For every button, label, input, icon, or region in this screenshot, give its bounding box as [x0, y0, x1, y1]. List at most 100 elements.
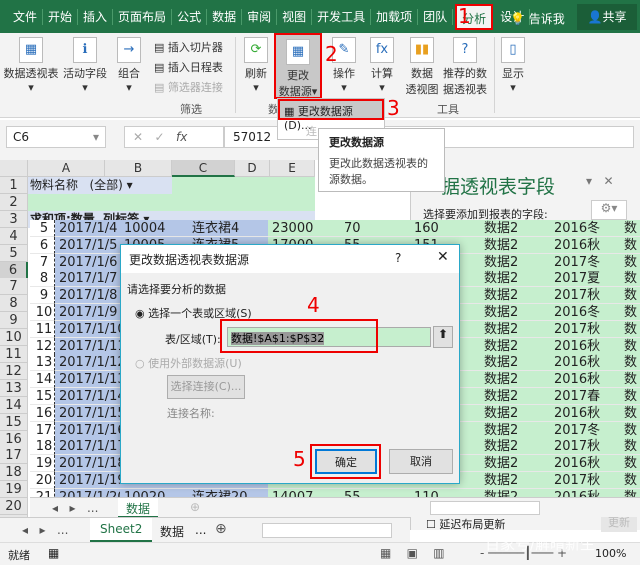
inner-cell[interactable]: 数	[620, 354, 640, 372]
inner-cell[interactable]: 2017/1/11	[55, 337, 120, 355]
inner-cell[interactable]: 2017/1/13	[55, 371, 120, 389]
inner-cell[interactable]: 2016秋	[550, 404, 620, 422]
row-header[interactable]: 12	[0, 362, 28, 380]
row-header[interactable]: 2	[0, 193, 28, 211]
inner-cell[interactable]: 2017秋	[550, 472, 620, 489]
gear-icon[interactable]: ⚙▾	[591, 200, 627, 220]
inner-cell[interactable]: 2017/1/16	[55, 421, 120, 439]
inner-cell[interactable]: 数	[620, 438, 640, 456]
inner-cell[interactable]: 2017/1/4	[55, 220, 120, 237]
ribbon-tab[interactable]: 视图	[277, 8, 313, 25]
inner-cell[interactable]: 连衣裙4	[188, 220, 268, 237]
inner-cell[interactable]: 23000	[268, 220, 340, 237]
inner-row-number[interactable]: 18	[30, 438, 55, 456]
inner-cell[interactable]: 数	[620, 455, 640, 473]
inner-cell[interactable]: 2017/1/7	[55, 270, 120, 288]
inner-cell[interactable]: 2016秋	[550, 354, 620, 372]
defer-update-checkbox[interactable]: ☐ 延迟布局更新	[426, 516, 505, 532]
inner-cell[interactable]: 数据2	[480, 236, 550, 254]
active-field-button[interactable]: ℹ 活动字段 ▾	[60, 33, 110, 94]
ribbon-tab[interactable]: 审阅	[242, 8, 278, 25]
inner-cell[interactable]: 数据2	[480, 220, 550, 237]
add-sheet-icon[interactable]: ⊕	[215, 521, 227, 537]
col-header-b[interactable]: B	[105, 160, 172, 177]
inner-cell[interactable]: 2016秋	[550, 236, 620, 254]
inner-row-number[interactable]: 19	[30, 455, 55, 473]
ribbon-tab[interactable]: 插入	[78, 8, 114, 25]
inner-cell[interactable]: 2016冬	[550, 304, 620, 321]
show-button[interactable]: ▯ 显示 ▾	[498, 33, 528, 94]
row-header[interactable]: 18	[0, 464, 28, 482]
inner-cell[interactable]: 数据2	[480, 388, 550, 405]
inner-cell[interactable]: 数据2	[480, 320, 550, 338]
row-header[interactable]: 15	[0, 413, 28, 431]
inner-row-number[interactable]: 10	[30, 304, 55, 321]
row-header[interactable]: 17	[0, 447, 28, 465]
change-data-source-button[interactable]: ▦ 更改 数据源▾	[274, 33, 322, 99]
collapse-dialog-icon[interactable]: ⬆	[433, 326, 453, 348]
inner-cell[interactable]: 数	[620, 320, 640, 338]
inner-row-number[interactable]: 20	[30, 472, 55, 489]
row-header[interactable]: 16	[0, 430, 28, 448]
inner-cell[interactable]: 2017冬	[550, 421, 620, 439]
row-header[interactable]: 20	[0, 498, 28, 516]
pivot-chart-button[interactable]: ▮▮ 数据 透视图	[404, 33, 440, 97]
ribbon-tab[interactable]: 团队	[418, 8, 454, 25]
inner-cell[interactable]: 2017/1/17	[55, 438, 120, 456]
inner-cell[interactable]: 数据2	[480, 404, 550, 422]
view-normal-icon[interactable]: ▦ ▣ ▥	[380, 546, 445, 560]
row-header[interactable]: 14	[0, 396, 28, 414]
inner-cell[interactable]: 2016冬	[550, 220, 620, 237]
pane-options-icon[interactable]: ▾ ✕	[586, 174, 614, 188]
insert-slicer-button[interactable]: ▤ 插入切片器	[154, 39, 223, 55]
inner-row-number[interactable]: 9	[30, 287, 55, 305]
inner-row-number[interactable]: 17	[30, 421, 55, 439]
tell-me[interactable]: 💡 告诉我	[510, 10, 565, 27]
add-sheet-icon[interactable]: ⊕	[190, 500, 200, 514]
inner-tab-data[interactable]: 数据	[118, 498, 159, 518]
close-button[interactable]: ✕	[437, 249, 449, 265]
row-header[interactable]: 10	[0, 329, 28, 347]
inner-cell[interactable]: 2017秋	[550, 438, 620, 456]
inner-cell[interactable]: 2017/1/18	[55, 455, 120, 473]
inner-row-number[interactable]: 5	[30, 220, 55, 237]
tab-data[interactable]: 数据	[160, 523, 184, 540]
filter-connections-button[interactable]: ▤ 筛选器连接	[154, 79, 223, 95]
ribbon-tab[interactable]: 公式	[172, 8, 208, 25]
inner-row-number[interactable]: 11	[30, 320, 55, 338]
row-header[interactable]: 6	[0, 261, 28, 279]
inner-cell[interactable]: 数据2	[480, 438, 550, 456]
inner-cell[interactable]: 数	[620, 236, 640, 254]
inner-cell[interactable]: 2017秋	[550, 287, 620, 305]
insert-timeline-button[interactable]: ▤ 插入日程表	[154, 59, 223, 75]
inner-cell[interactable]: 数	[620, 421, 640, 439]
inner-cell[interactable]: 2016秋	[550, 455, 620, 473]
inner-cell[interactable]: 2017/1/12	[55, 354, 120, 372]
inner-cell[interactable]: 2017秋	[550, 320, 620, 338]
inner-cell[interactable]: 2017/1/8	[55, 287, 120, 305]
inner-hscrollbar[interactable]	[430, 501, 540, 515]
inner-row-number[interactable]: 16	[30, 404, 55, 422]
recommended-pivot-button[interactable]: ? 推荐的数 据透视表	[440, 33, 490, 97]
col-header-d[interactable]: D	[235, 160, 270, 177]
inner-cell[interactable]: 70	[340, 220, 410, 237]
inner-row-number[interactable]: 14	[30, 371, 55, 389]
share-button[interactable]: 👤共享	[577, 4, 637, 30]
row-header[interactable]: 19	[0, 481, 28, 499]
tab-sheet2[interactable]: Sheet2	[90, 518, 153, 542]
ribbon-tab[interactable]: 加载项	[371, 8, 419, 25]
inner-cell[interactable]: 数据2	[480, 371, 550, 389]
group-button[interactable]: → 组合 ▾	[112, 33, 146, 94]
row-header[interactable]: 11	[0, 346, 28, 363]
ribbon-tab[interactable]: 开发工具	[312, 8, 372, 25]
row-header[interactable]: 13	[0, 379, 28, 397]
inner-row-number[interactable]: 15	[30, 388, 55, 405]
inner-cell[interactable]: 10004	[120, 220, 188, 237]
inner-cell[interactable]: 数	[620, 472, 640, 489]
inner-cell[interactable]: 数	[620, 337, 640, 355]
inner-cell[interactable]: 数据2	[480, 253, 550, 271]
inner-cell[interactable]: 2017/1/19	[55, 472, 120, 489]
inner-cell[interactable]: 数据2	[480, 304, 550, 321]
ok-button[interactable]: 确定	[315, 449, 377, 474]
inner-cell[interactable]: 160	[410, 220, 480, 237]
